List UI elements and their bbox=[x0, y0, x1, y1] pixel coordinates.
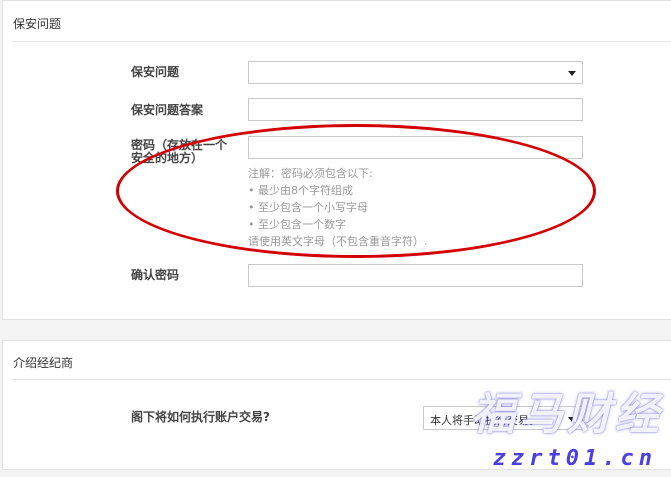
security-section-title: 保安问题 bbox=[13, 17, 62, 31]
password-hint-letters: 请使用英文字母（不包含重音字符）. bbox=[248, 235, 428, 248]
security-answer-label: 保安问题答案 bbox=[131, 103, 204, 117]
security-question-select[interactable] bbox=[248, 61, 583, 84]
broker-section-title: 介绍经纪商 bbox=[13, 356, 74, 370]
confirm-password-label: 确认密码 bbox=[131, 268, 180, 282]
introducing-broker-panel bbox=[2, 340, 671, 470]
select-value: 本人将手动执行交易。 bbox=[430, 414, 540, 427]
password-label-line2: 安全的地方） bbox=[131, 151, 204, 165]
security-question-label: 保安问题 bbox=[131, 65, 180, 79]
security-section-divider bbox=[12, 41, 671, 42]
security-answer-input[interactable] bbox=[248, 98, 583, 121]
execution-method-select[interactable]: 本人将手动执行交易。 bbox=[423, 406, 583, 430]
chevron-down-icon bbox=[568, 417, 576, 422]
password-label: 密码（存放在一个 安全的地方） bbox=[131, 139, 227, 165]
confirm-password-input[interactable] bbox=[248, 264, 583, 287]
broker-section-divider bbox=[12, 379, 671, 380]
chevron-down-icon bbox=[568, 71, 576, 76]
password-hint-lowercase: • 至少包含一个小写字母 bbox=[248, 201, 368, 214]
password-hint-note: 注解：密码必须包含以下: bbox=[248, 167, 373, 180]
password-hint-digit: • 至少包含一个数字 bbox=[248, 218, 346, 231]
execution-method-label: 阁下将如何执行账户交易? bbox=[131, 410, 270, 424]
password-hint-length: • 最少由8个字符组成 bbox=[248, 184, 353, 197]
password-input[interactable] bbox=[248, 136, 583, 159]
